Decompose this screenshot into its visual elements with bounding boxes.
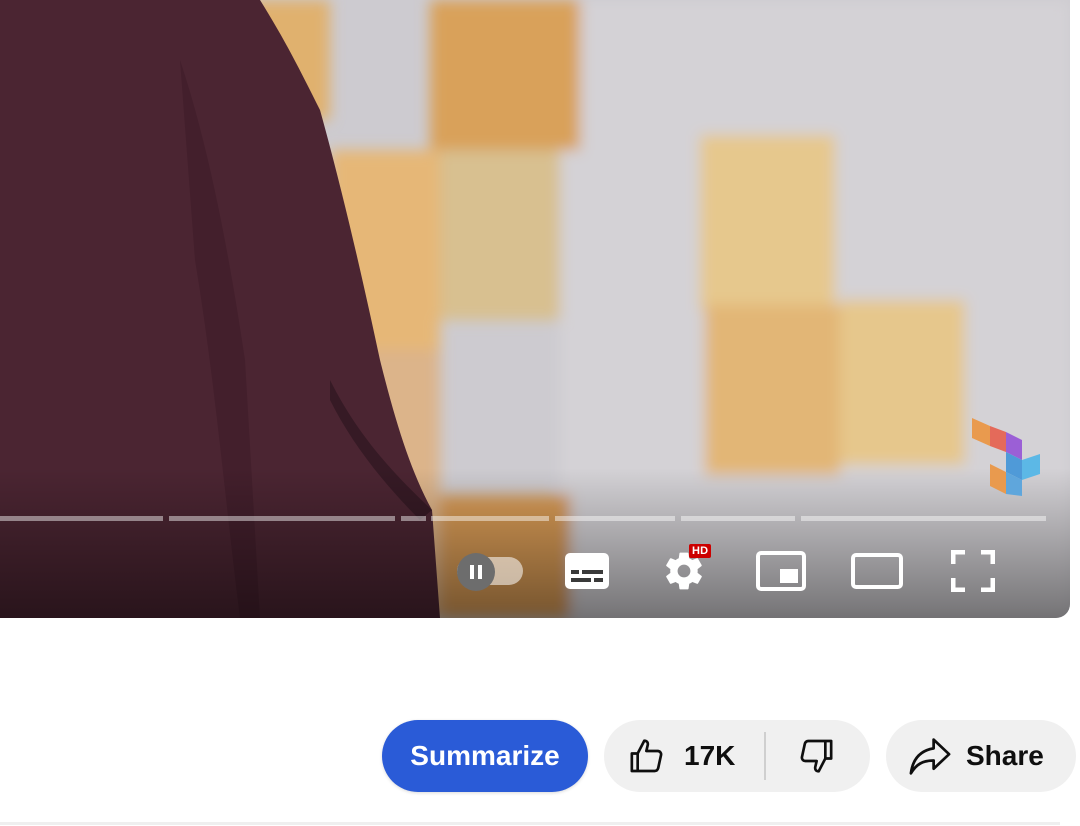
- chapter-progress-bar[interactable]: [0, 516, 1046, 521]
- channel-watermark-logo[interactable]: [970, 416, 1042, 496]
- video-player[interactable]: HD: [0, 0, 1070, 618]
- section-divider: [0, 822, 1060, 825]
- settings-button[interactable]: HD: [655, 542, 713, 600]
- like-button[interactable]: 17K: [604, 720, 764, 792]
- chapter-segment[interactable]: [801, 516, 1046, 521]
- hd-badge: HD: [689, 544, 712, 558]
- theater-mode-icon: [851, 553, 903, 589]
- chapter-segment[interactable]: [681, 516, 795, 521]
- chapter-segment[interactable]: [431, 516, 549, 521]
- dislike-button[interactable]: [766, 720, 868, 792]
- player-controls-right: HD: [450, 542, 1070, 600]
- thumbs-up-icon: [630, 739, 663, 773]
- share-button[interactable]: Share: [886, 720, 1076, 792]
- subtitles-button[interactable]: [558, 542, 616, 600]
- theater-mode-button[interactable]: [848, 542, 906, 600]
- thumbs-down-icon: [800, 739, 833, 773]
- share-arrow-icon: [909, 738, 951, 775]
- pause-icon: [470, 565, 482, 579]
- chapter-segment[interactable]: [401, 516, 426, 521]
- subtitles-icon: [565, 553, 609, 589]
- miniplayer-button[interactable]: [752, 542, 810, 600]
- chapter-segment[interactable]: [169, 516, 395, 521]
- fullscreen-button[interactable]: [944, 542, 1002, 600]
- like-count: 17K: [684, 740, 736, 771]
- fullscreen-icon: [951, 550, 995, 592]
- miniplayer-icon: [756, 551, 806, 591]
- chapter-segment[interactable]: [555, 516, 675, 521]
- autoplay-track: [457, 553, 523, 591]
- autoplay-knob: [457, 553, 495, 591]
- video-actions-bar: Summarize 17K Share: [382, 720, 1080, 792]
- autoplay-toggle[interactable]: [450, 542, 530, 600]
- like-dislike-group: 17K: [604, 720, 870, 792]
- summarize-button[interactable]: Summarize: [382, 720, 588, 792]
- chapter-segment[interactable]: [0, 516, 163, 521]
- share-label: Share: [966, 740, 1044, 771]
